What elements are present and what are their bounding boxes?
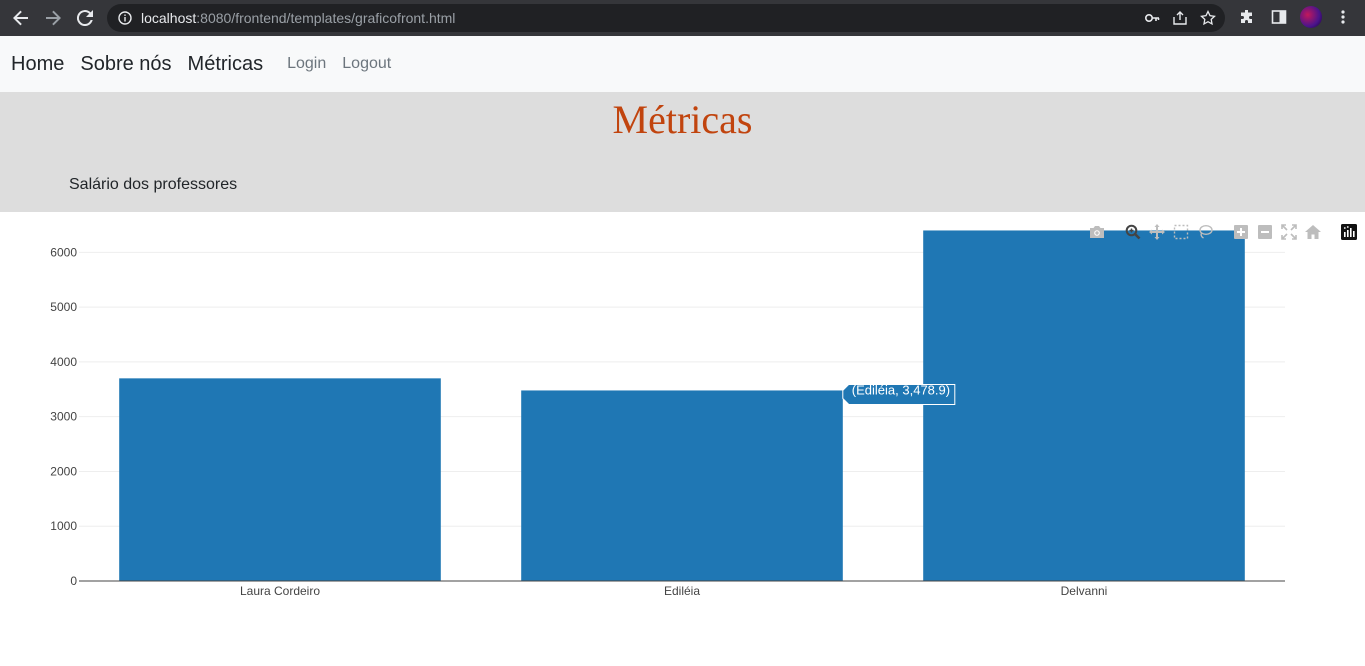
page-header: Métricas Salário dos professores bbox=[0, 92, 1365, 212]
nav-link-logout[interactable]: Logout bbox=[342, 55, 391, 73]
page-title: Métricas bbox=[612, 97, 753, 142]
x-tick-label: Laura Cordeiro bbox=[240, 584, 320, 598]
reload-icon[interactable] bbox=[74, 7, 96, 29]
url-text: localhost:8080/frontend/templates/grafic… bbox=[141, 10, 455, 26]
hover-tooltip: (Ediléia, 3,478.9) bbox=[842, 382, 956, 405]
y-tick-label: 4000 bbox=[50, 355, 77, 369]
plot-modebar bbox=[1083, 222, 1359, 242]
y-tick-label: 6000 bbox=[50, 245, 77, 259]
back-icon[interactable] bbox=[10, 7, 32, 29]
lasso-select-icon[interactable] bbox=[1195, 222, 1215, 242]
nav-link-about[interactable]: Sobre nós bbox=[80, 53, 171, 76]
camera-icon[interactable] bbox=[1087, 222, 1107, 242]
bar-chart-svg: 0 1000 2000 3000 4000 5000 6000 Laura Cordeiro E… bbox=[50, 230, 1285, 598]
bar[interactable] bbox=[923, 230, 1245, 581]
reset-axes-icon[interactable] bbox=[1303, 222, 1323, 242]
key-icon[interactable] bbox=[1143, 9, 1161, 27]
bar[interactable] bbox=[119, 378, 441, 581]
zoom-in-icon[interactable] bbox=[1231, 222, 1251, 242]
side-panel-icon[interactable] bbox=[1268, 6, 1290, 28]
y-tick-label: 1000 bbox=[50, 519, 77, 533]
url-host: localhost bbox=[141, 10, 197, 26]
x-tick-label: Delvanni bbox=[1061, 584, 1108, 598]
bar[interactable] bbox=[521, 390, 843, 581]
site-navbar: Home Sobre nós Métricas Login Logout bbox=[0, 36, 1365, 92]
profile-avatar[interactable] bbox=[1300, 6, 1322, 28]
chart-subtitle: Salário dos professores bbox=[69, 176, 238, 193]
address-bar[interactable]: localhost:8080/frontend/templates/grafic… bbox=[107, 4, 1225, 32]
x-tick-label: Ediléia bbox=[664, 584, 700, 598]
plotly-logo-icon[interactable] bbox=[1339, 222, 1359, 242]
nav-link-home[interactable]: Home bbox=[11, 53, 64, 76]
y-tick-label: 5000 bbox=[50, 300, 77, 314]
forward-icon[interactable] bbox=[42, 7, 64, 29]
salary-bar-chart: 0 1000 2000 3000 4000 5000 6000 Laura Cordeiro E… bbox=[0, 212, 1365, 661]
menu-kebab-icon[interactable] bbox=[1332, 6, 1354, 28]
y-tick-label: 0 bbox=[70, 574, 77, 588]
y-tick-label: 2000 bbox=[50, 464, 77, 478]
pan-icon[interactable] bbox=[1147, 222, 1167, 242]
site-info-icon[interactable] bbox=[117, 10, 133, 26]
zoom-out-icon[interactable] bbox=[1255, 222, 1275, 242]
autoscale-icon[interactable] bbox=[1279, 222, 1299, 242]
share-icon[interactable] bbox=[1171, 9, 1189, 27]
hover-tooltip-text: (Ediléia, 3,478.9) bbox=[852, 382, 950, 397]
y-tick-label: 3000 bbox=[50, 410, 77, 424]
extensions-icon[interactable] bbox=[1236, 6, 1258, 28]
box-select-icon[interactable] bbox=[1171, 222, 1191, 242]
browser-toolbar: localhost:8080/frontend/templates/grafic… bbox=[0, 0, 1365, 36]
nav-link-login[interactable]: Login bbox=[287, 55, 326, 73]
bookmark-star-icon[interactable] bbox=[1199, 9, 1217, 27]
url-path: :8080/frontend/templates/graficofront.ht… bbox=[196, 10, 456, 26]
zoom-icon[interactable] bbox=[1123, 222, 1143, 242]
nav-link-metrics[interactable]: Métricas bbox=[188, 53, 264, 76]
